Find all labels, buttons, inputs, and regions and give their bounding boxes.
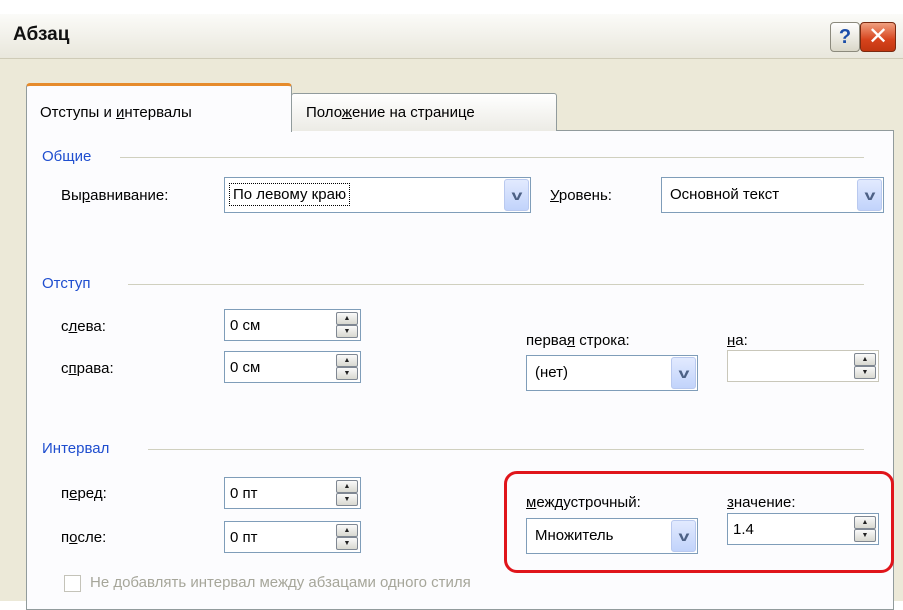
spin-down-icon[interactable]: ▼ xyxy=(336,493,358,506)
chevron-down-icon[interactable]: v xyxy=(504,179,529,211)
alignment-value: По левому краю xyxy=(229,183,351,206)
indent-right-label: справа: xyxy=(61,360,114,377)
chevron-down-icon[interactable]: v xyxy=(857,179,882,211)
spacing-after-label: после: xyxy=(61,529,107,546)
by-spinner[interactable]: ▲ ▼ xyxy=(727,350,879,382)
spin-up-icon[interactable]: ▲ xyxy=(854,353,876,366)
tab-line-page-breaks[interactable]: Положение на странице xyxy=(291,93,557,131)
section-divider xyxy=(148,449,864,450)
spacing-before-label: перед: xyxy=(61,485,107,502)
spacing-before-spinner[interactable]: 0 пт ▲ ▼ xyxy=(224,477,361,509)
first-line-value: (нет) xyxy=(535,364,568,381)
first-line-select[interactable]: (нет) v xyxy=(526,355,698,391)
level-value: Основной текст xyxy=(670,186,780,203)
spin-up-icon[interactable]: ▲ xyxy=(336,354,358,367)
spin-down-icon[interactable]: ▼ xyxy=(854,366,876,379)
section-divider xyxy=(120,157,864,158)
question-icon: ? xyxy=(838,26,852,48)
chevron-down-icon[interactable]: v xyxy=(671,357,696,389)
title-bar: Абзац ? ✕ xyxy=(0,14,903,59)
section-spacing-label: Интервал xyxy=(42,440,110,457)
indent-left-spinner[interactable]: 0 см ▲ ▼ xyxy=(224,309,361,341)
section-indent-label: Отступ xyxy=(42,275,91,292)
spin-up-icon[interactable]: ▲ xyxy=(336,312,358,325)
alignment-label: Выравнивание: xyxy=(61,187,169,204)
spin-up-icon[interactable]: ▲ xyxy=(336,480,358,493)
highlight-annotation xyxy=(504,471,894,573)
spin-down-icon[interactable]: ▼ xyxy=(336,325,358,338)
close-button[interactable]: ✕ xyxy=(860,22,896,52)
indent-right-spinner[interactable]: 0 см ▲ ▼ xyxy=(224,351,361,383)
section-divider xyxy=(128,284,864,285)
spacing-after-spinner[interactable]: 0 пт ▲ ▼ xyxy=(224,521,361,553)
level-select[interactable]: Основной текст v xyxy=(661,177,884,213)
indent-left-label: слева: xyxy=(61,318,106,335)
level-label: Уровень: xyxy=(550,187,612,204)
first-line-label: первая строка: xyxy=(526,332,630,349)
spin-up-icon[interactable]: ▲ xyxy=(336,524,358,537)
by-label: на: xyxy=(727,332,748,349)
tab-indents-spacing[interactable]: Отступы и интервалы xyxy=(26,83,292,132)
spin-down-icon[interactable]: ▼ xyxy=(336,537,358,550)
alignment-select[interactable]: По левому краю v xyxy=(224,177,531,213)
window-title: Абзац xyxy=(13,24,70,45)
spin-down-icon[interactable]: ▼ xyxy=(336,367,358,380)
close-icon: ✕ xyxy=(867,23,889,50)
section-general-label: Общие xyxy=(42,148,92,165)
help-button[interactable]: ? xyxy=(830,22,860,52)
dont-add-space-checkbox[interactable] xyxy=(64,575,81,592)
dont-add-space-label: Не добавлять интервал между абзацами одн… xyxy=(90,574,471,591)
